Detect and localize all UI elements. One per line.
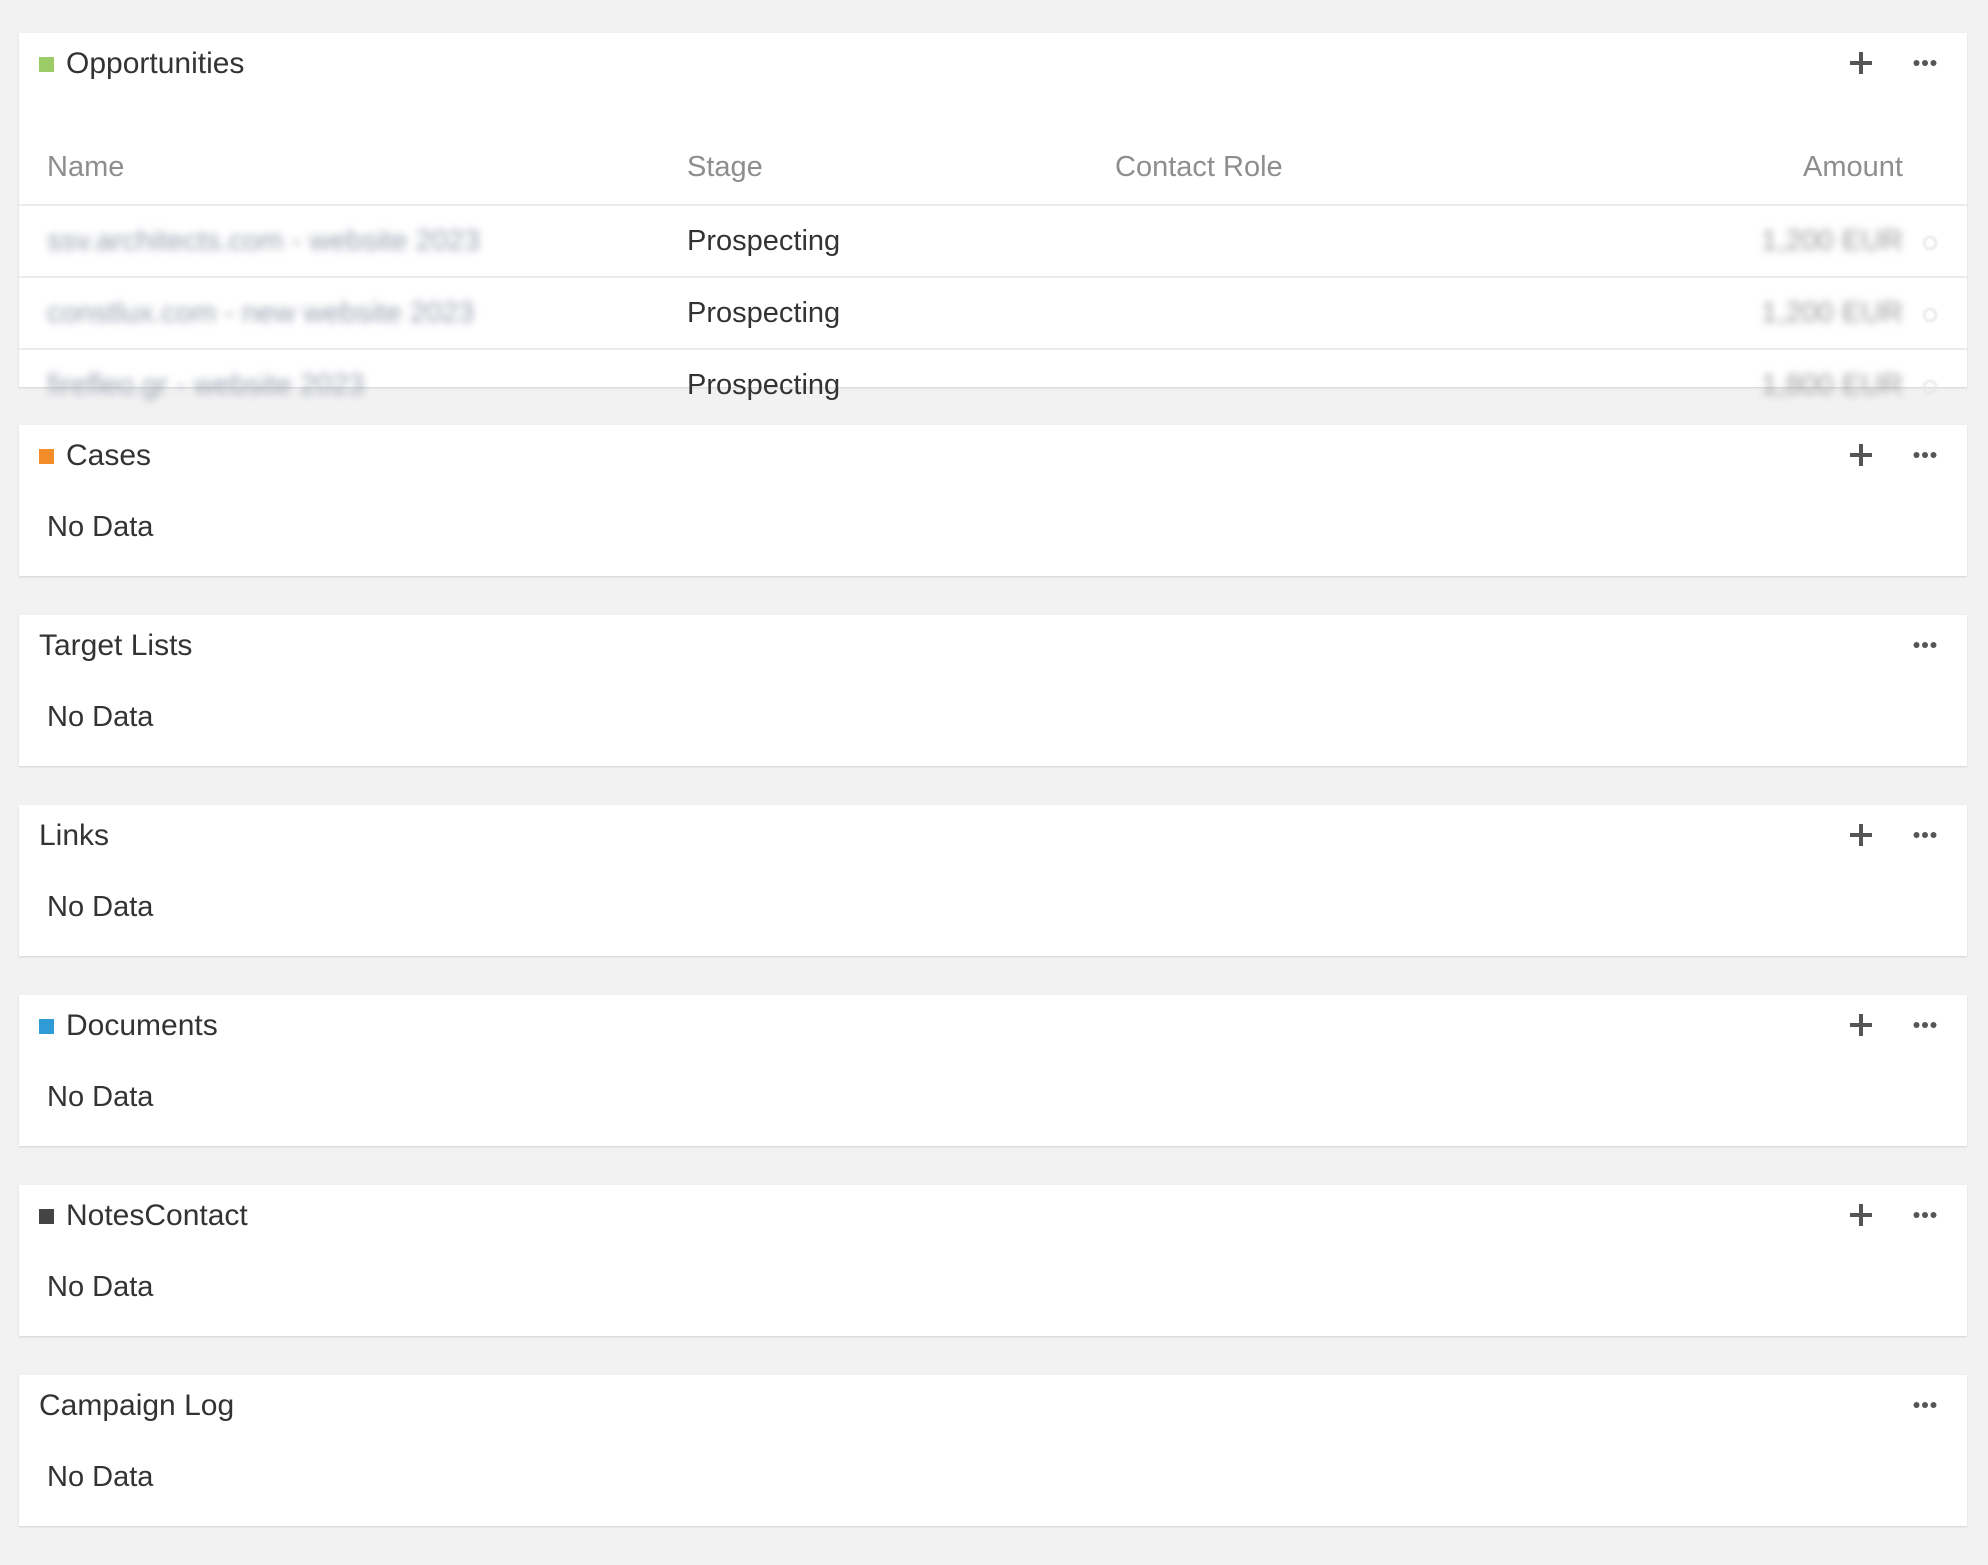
opportunity-amount: 1,800 EUR: [1761, 369, 1903, 401]
links-actions: [1829, 813, 1957, 857]
notes-contact-no-data: No Data: [47, 1271, 154, 1303]
opportunities-header: Opportunities: [19, 33, 1967, 93]
opportunity-amount: 1,200 EUR: [1761, 297, 1903, 329]
more-dots-icon: [1913, 832, 1937, 838]
target-lists-title-text: Target Lists: [39, 629, 193, 662]
table-row: firefleo.gr - website 2023 Prospecting 1…: [19, 348, 1967, 420]
column-header-name[interactable]: Name: [47, 151, 124, 183]
opportunities-title-text: Opportunities: [66, 47, 245, 80]
plus-icon: [1850, 444, 1872, 466]
notes-contact-title-text: NotesContact: [66, 1199, 248, 1232]
plus-icon: [1850, 52, 1872, 74]
row-menu-icon[interactable]: [1923, 236, 1937, 250]
links-add-button[interactable]: [1829, 813, 1893, 857]
opportunities-color-swatch: [39, 56, 54, 72]
documents-title-text: Documents: [66, 1009, 218, 1042]
target-lists-menu-button[interactable]: [1893, 623, 1957, 667]
cases-header: Cases: [19, 425, 1967, 485]
documents-title: Documents: [39, 1006, 218, 1046]
opportunities-title: Opportunities: [39, 44, 244, 84]
opportunities-add-button[interactable]: [1829, 41, 1893, 85]
cases-menu-button[interactable]: [1893, 433, 1957, 477]
target-lists-title: Target Lists: [39, 626, 192, 666]
column-header-amount[interactable]: Amount: [1803, 151, 1903, 183]
documents-actions: [1829, 1003, 1957, 1047]
cases-title: Cases: [39, 436, 151, 476]
documents-color-swatch: [39, 1018, 54, 1034]
links-no-data: No Data: [47, 891, 154, 923]
opportunities-actions: [1829, 41, 1957, 85]
cases-panel: Cases No Data: [19, 425, 1967, 576]
campaign-log-no-data: No Data: [47, 1461, 154, 1493]
more-dots-icon: [1913, 452, 1937, 458]
row-menu-icon[interactable]: [1923, 380, 1937, 394]
campaign-log-menu-button[interactable]: [1893, 1383, 1957, 1427]
cases-color-swatch: [39, 448, 54, 464]
plus-icon: [1850, 1204, 1872, 1226]
cases-add-button[interactable]: [1829, 433, 1893, 477]
notes-contact-title: NotesContact: [39, 1196, 248, 1236]
notes-contact-actions: [1829, 1193, 1957, 1237]
campaign-log-actions: [1893, 1383, 1957, 1427]
documents-menu-button[interactable]: [1893, 1003, 1957, 1047]
opportunity-name-link[interactable]: constlux.com - new website 2023: [47, 295, 474, 331]
cases-title-text: Cases: [66, 439, 152, 472]
notes-contact-header: NotesContact: [19, 1185, 1967, 1245]
campaign-log-title-text: Campaign Log: [39, 1389, 235, 1422]
links-header: Links: [19, 805, 1967, 865]
column-header-stage[interactable]: Stage: [687, 151, 763, 183]
row-menu-icon[interactable]: [1923, 308, 1937, 322]
campaign-log-panel: Campaign Log No Data: [19, 1375, 1967, 1526]
links-title: Links: [39, 816, 109, 856]
notes-contact-panel: NotesContact No Data: [19, 1185, 1967, 1336]
plus-icon: [1850, 824, 1872, 846]
opportunity-name-link[interactable]: ssv.architects.com - website 2023: [47, 223, 480, 259]
documents-panel: Documents No Data: [19, 995, 1967, 1146]
campaign-log-header: Campaign Log: [19, 1375, 1967, 1435]
opportunities-panel: Opportunities Name Stage Contact Role Am…: [19, 33, 1967, 401]
table-row: constlux.com - new website 2023 Prospect…: [19, 276, 1967, 348]
table-row: ssv.architects.com - website 2023 Prospe…: [19, 204, 1967, 276]
more-dots-icon: [1913, 1022, 1937, 1028]
plus-icon: [1850, 1014, 1872, 1036]
related-panels-page: Opportunities Name Stage Contact Role Am…: [0, 0, 1988, 1565]
cases-no-data: No Data: [47, 511, 154, 543]
more-dots-icon: [1913, 60, 1937, 66]
campaign-log-title: Campaign Log: [39, 1386, 234, 1426]
more-dots-icon: [1913, 1402, 1937, 1408]
documents-no-data: No Data: [47, 1081, 154, 1113]
opportunities-rows: ssv.architects.com - website 2023 Prospe…: [19, 204, 1967, 420]
column-header-contact-role[interactable]: Contact Role: [1115, 151, 1283, 183]
opportunity-stage: Prospecting: [687, 297, 841, 329]
opportunity-stage: Prospecting: [687, 225, 841, 257]
documents-add-button[interactable]: [1829, 1003, 1893, 1047]
more-dots-icon: [1913, 642, 1937, 648]
more-dots-icon: [1913, 1212, 1937, 1218]
notes-contact-color-swatch: [39, 1208, 54, 1224]
target-lists-header: Target Lists: [19, 615, 1967, 675]
target-lists-no-data: No Data: [47, 701, 154, 733]
target-lists-panel: Target Lists No Data: [19, 615, 1967, 766]
links-title-text: Links: [39, 819, 110, 852]
opportunity-amount: 1,200 EUR: [1761, 225, 1903, 257]
notes-contact-add-button[interactable]: [1829, 1193, 1893, 1237]
notes-contact-menu-button[interactable]: [1893, 1193, 1957, 1237]
opportunity-stage: Prospecting: [687, 369, 841, 401]
documents-header: Documents: [19, 995, 1967, 1055]
opportunity-name-link[interactable]: firefleo.gr - website 2023: [47, 367, 365, 403]
links-menu-button[interactable]: [1893, 813, 1957, 857]
target-lists-actions: [1893, 623, 1957, 667]
links-panel: Links No Data: [19, 805, 1967, 956]
opportunities-menu-button[interactable]: [1893, 41, 1957, 85]
cases-actions: [1829, 433, 1957, 477]
